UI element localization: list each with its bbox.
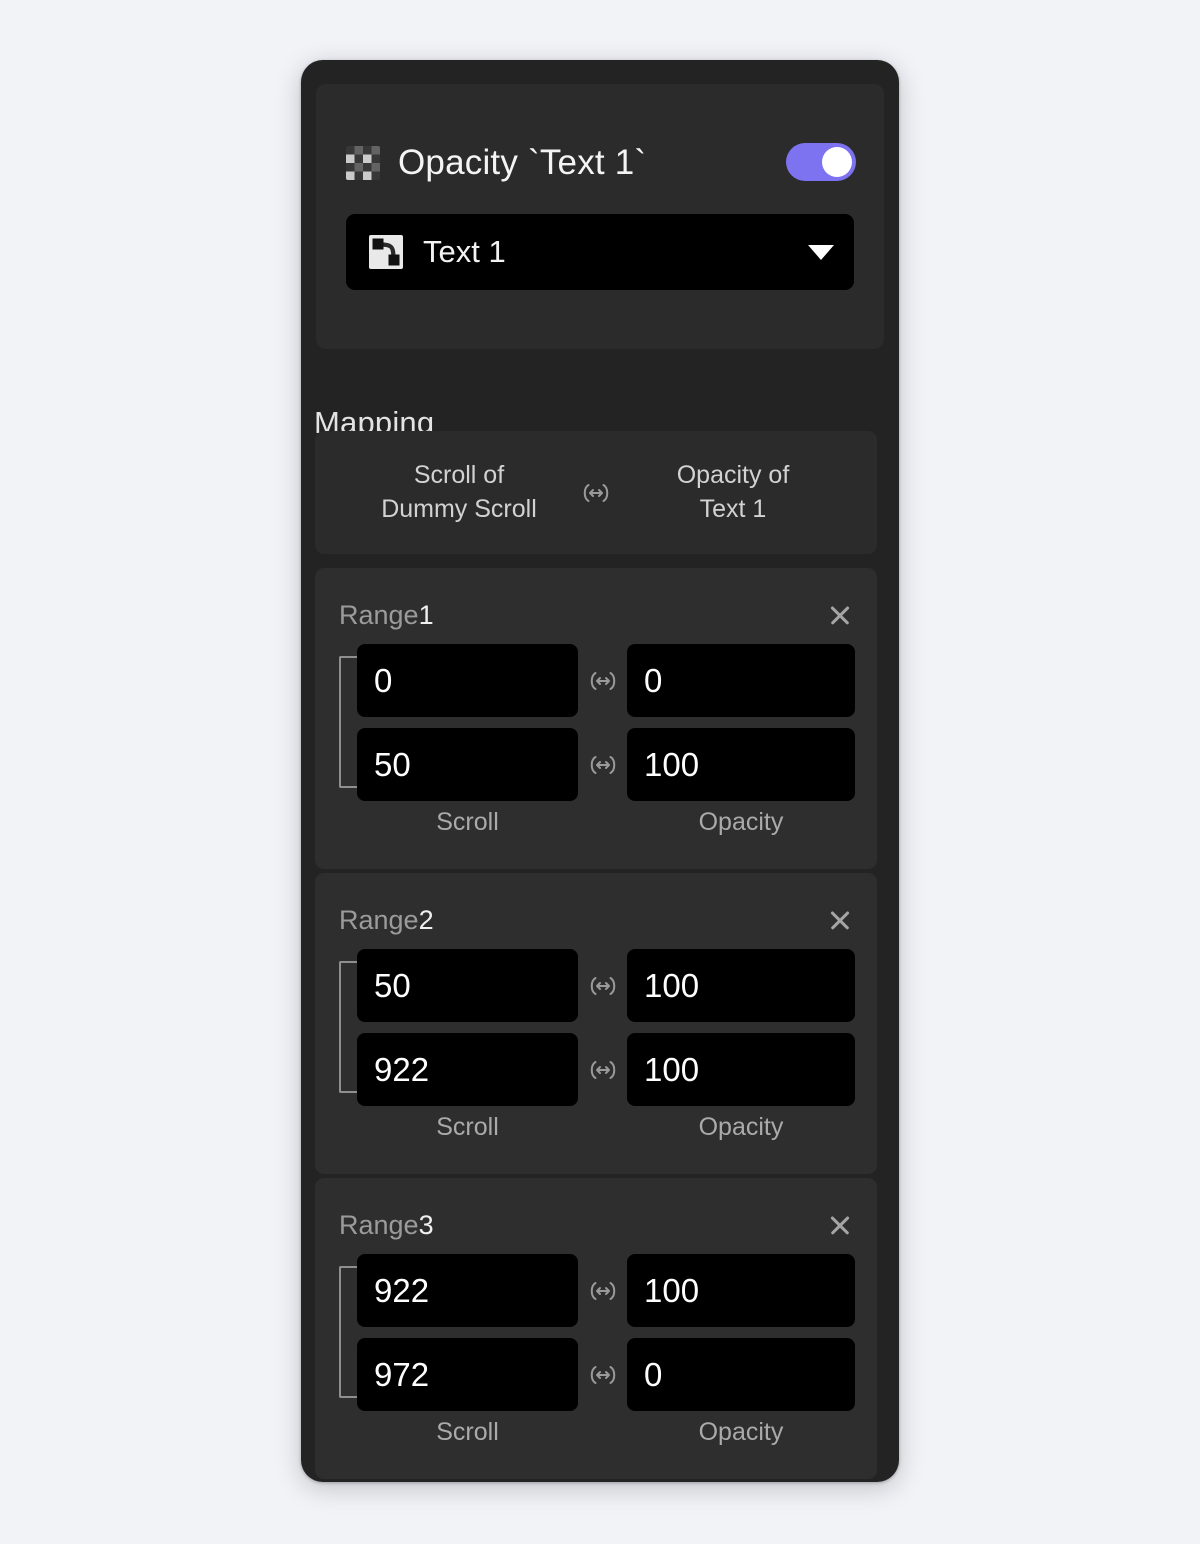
row-link-icon-wrap xyxy=(578,670,627,692)
range-rows: 50 100 922 100 xyxy=(357,949,855,1117)
row-link-icon-wrap xyxy=(578,1364,627,1386)
range-rows: 922 100 972 0 xyxy=(357,1254,855,1422)
mapping-summary-card: Scroll of Dummy Scroll Opacity of Text 1 xyxy=(315,431,877,554)
range-target-axis-label: Opacity xyxy=(698,808,784,836)
range-axis-labels: Scroll Opacity xyxy=(357,1418,855,1447)
layer-select-value: Text 1 xyxy=(423,234,506,269)
layer-select-dropdown[interactable]: Text 1 xyxy=(346,214,854,290)
range-rows: 0 0 50 100 xyxy=(357,644,855,812)
close-icon[interactable] xyxy=(825,905,855,935)
range-source-axis-label: Scroll xyxy=(436,1113,499,1141)
panel-header-card: Opacity `Text 1` Text 1 xyxy=(316,84,884,349)
row-link-icon-wrap xyxy=(578,1059,627,1081)
range-from-target-input[interactable]: 100 xyxy=(627,1254,855,1327)
bidirectional-link-icon xyxy=(586,1364,620,1386)
range-to-target-input[interactable]: 0 xyxy=(627,1338,855,1411)
chevron-down-icon xyxy=(808,244,834,260)
app-background: Opacity `Text 1` Text 1 Mapping Scroll o… xyxy=(0,0,1200,1544)
enable-toggle[interactable] xyxy=(786,143,856,181)
vector-node-icon xyxy=(368,234,404,270)
mapping-target-label: Opacity of Text 1 xyxy=(676,460,790,523)
range-row-to: 922 100 xyxy=(357,1033,855,1106)
range-to-source-input[interactable]: 922 xyxy=(357,1033,578,1106)
range-source-axis-label: Scroll xyxy=(436,808,499,836)
range-from-source-input[interactable]: 0 xyxy=(357,644,578,717)
toggle-knob xyxy=(822,147,852,177)
range-row-to: 972 0 xyxy=(357,1338,855,1411)
range-from-target-input[interactable]: 100 xyxy=(627,949,855,1022)
range-target-axis-label: Opacity xyxy=(698,1113,784,1141)
range-target-axis-label: Opacity xyxy=(698,1418,784,1446)
range-header: Range3 xyxy=(339,1208,855,1242)
row-link-icon-wrap xyxy=(578,1280,627,1302)
range-from-target-input[interactable]: 0 xyxy=(627,644,855,717)
bidirectional-link-icon xyxy=(586,670,620,692)
range-bracket xyxy=(339,1266,357,1398)
range-bracket xyxy=(339,656,357,788)
bidirectional-link-icon xyxy=(579,482,613,504)
range-card: Range2 50 100 922 100 Scroll Opacity xyxy=(315,873,877,1174)
range-index: 3 xyxy=(418,1209,434,1240)
checkerboard-opacity-icon xyxy=(346,146,380,180)
range-from-source-input[interactable]: 922 xyxy=(357,1254,578,1327)
bidirectional-link-icon xyxy=(586,1059,620,1081)
range-title: Range2 xyxy=(339,904,434,935)
range-title: Range3 xyxy=(339,1209,434,1240)
range-from-source-input[interactable]: 50 xyxy=(357,949,578,1022)
range-to-source-input[interactable]: 50 xyxy=(357,728,578,801)
range-axis-labels: Scroll Opacity xyxy=(357,808,855,837)
range-to-target-input[interactable]: 100 xyxy=(627,728,855,801)
range-row-from: 922 100 xyxy=(357,1254,855,1327)
range-bracket xyxy=(339,961,357,1093)
bidirectional-link-icon xyxy=(586,754,620,776)
range-card: Range1 0 0 50 100 Scroll Opacity xyxy=(315,568,877,869)
page-title: Opacity `Text 1` xyxy=(398,143,647,182)
range-source-axis-label: Scroll xyxy=(436,1418,499,1446)
bidirectional-link-icon xyxy=(586,1280,620,1302)
panel-header-row: Opacity `Text 1` xyxy=(346,137,856,189)
range-card: Range3 922 100 972 0 Scroll Opacity xyxy=(315,1178,877,1479)
range-row-from: 50 100 xyxy=(357,949,855,1022)
range-to-source-input[interactable]: 972 xyxy=(357,1338,578,1411)
close-icon[interactable] xyxy=(825,1210,855,1240)
range-row-from: 0 0 xyxy=(357,644,855,717)
range-header: Range1 xyxy=(339,598,855,632)
range-index: 1 xyxy=(418,599,434,630)
range-index: 2 xyxy=(418,904,434,935)
range-header: Range2 xyxy=(339,903,855,937)
row-link-icon-wrap xyxy=(578,975,627,997)
range-to-target-input[interactable]: 100 xyxy=(627,1033,855,1106)
close-icon[interactable] xyxy=(825,600,855,630)
range-title: Range1 xyxy=(339,599,434,630)
range-axis-labels: Scroll Opacity xyxy=(357,1113,855,1142)
mapping-source-label: Scroll of Dummy Scroll xyxy=(381,460,537,523)
range-row-to: 50 100 xyxy=(357,728,855,801)
opacity-mapping-panel: Opacity `Text 1` Text 1 Mapping Scroll o… xyxy=(301,60,899,1482)
row-link-icon-wrap xyxy=(578,754,627,776)
bidirectional-link-icon xyxy=(586,975,620,997)
